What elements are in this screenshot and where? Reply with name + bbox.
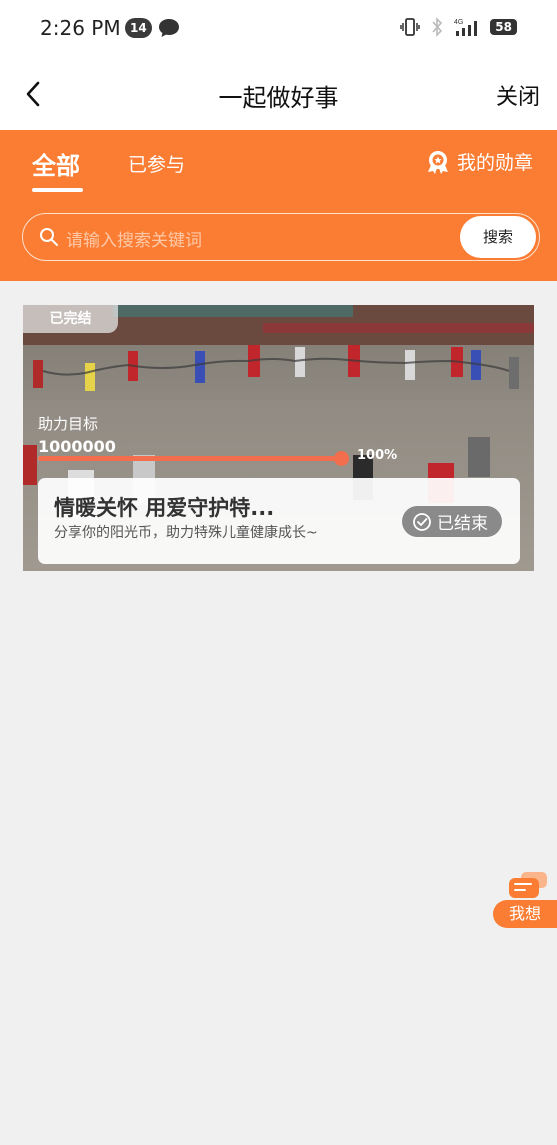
close-button[interactable]: 关闭	[496, 79, 540, 111]
campaign-description: 分享你的阳光币，助力特殊儿童健康成长~	[54, 525, 318, 541]
check-circle-icon	[413, 512, 431, 531]
search-button[interactable]: 搜索	[460, 216, 536, 258]
page-title: 一起做好事	[218, 84, 339, 112]
float-button-label: 我想	[493, 900, 557, 928]
tab-all[interactable]: 全部	[32, 146, 80, 181]
status-icons: 4G 58	[400, 17, 517, 37]
battery-indicator: 58	[490, 19, 517, 35]
status-time: 2:26 PM	[40, 16, 121, 40]
medal-icon	[427, 150, 448, 174]
header-panel: 全部 已参与 我的勋章 请输入搜索关键词 搜索	[0, 130, 557, 281]
search-input[interactable]: 请输入搜索关键词	[66, 226, 202, 251]
ended-label: 已结束	[437, 514, 488, 534]
progress-fill	[38, 456, 348, 461]
search-bar[interactable]: 请输入搜索关键词 搜索	[22, 213, 540, 261]
campaign-info: 情暖关怀 用爱守护特... 分享你的阳光币，助力特殊儿童健康成长~ 已结束	[38, 478, 520, 564]
goal-label: 助力目标	[38, 415, 99, 433]
ended-badge: 已结束	[402, 506, 502, 537]
network-label: 4G	[454, 19, 463, 26]
nav-bar: 一起做好事 关闭	[0, 58, 557, 130]
status-bar: 2:26 PM 14 4G 58	[0, 0, 557, 58]
message-bubble-icon	[509, 872, 547, 898]
notification-badge: 14	[125, 18, 152, 38]
campaign-title: 情暖关怀 用爱守护特...	[54, 496, 275, 520]
bluetooth-icon	[432, 17, 443, 37]
active-tab-indicator	[32, 188, 83, 192]
status-tag: 已完结	[23, 305, 118, 333]
campaign-card[interactable]: 已完结 助力目标 1000000 100% 情暖关怀 用爱守护特... 分享你的…	[23, 305, 534, 571]
goal-value: 1000000	[38, 437, 116, 456]
tab-joined[interactable]: 已参与	[128, 150, 185, 177]
search-icon	[40, 228, 58, 246]
my-medals-button[interactable]: 我的勋章	[425, 148, 533, 175]
float-button[interactable]: 我想	[493, 866, 557, 928]
progress-knob	[334, 451, 349, 466]
progress-track	[38, 456, 348, 461]
signal-icon: 4G	[454, 19, 478, 36]
medal-label: 我的勋章	[456, 152, 533, 174]
vibrate-icon	[400, 18, 421, 36]
progress-percent: 100%	[357, 448, 398, 463]
chat-bubble-icon	[159, 19, 179, 37]
